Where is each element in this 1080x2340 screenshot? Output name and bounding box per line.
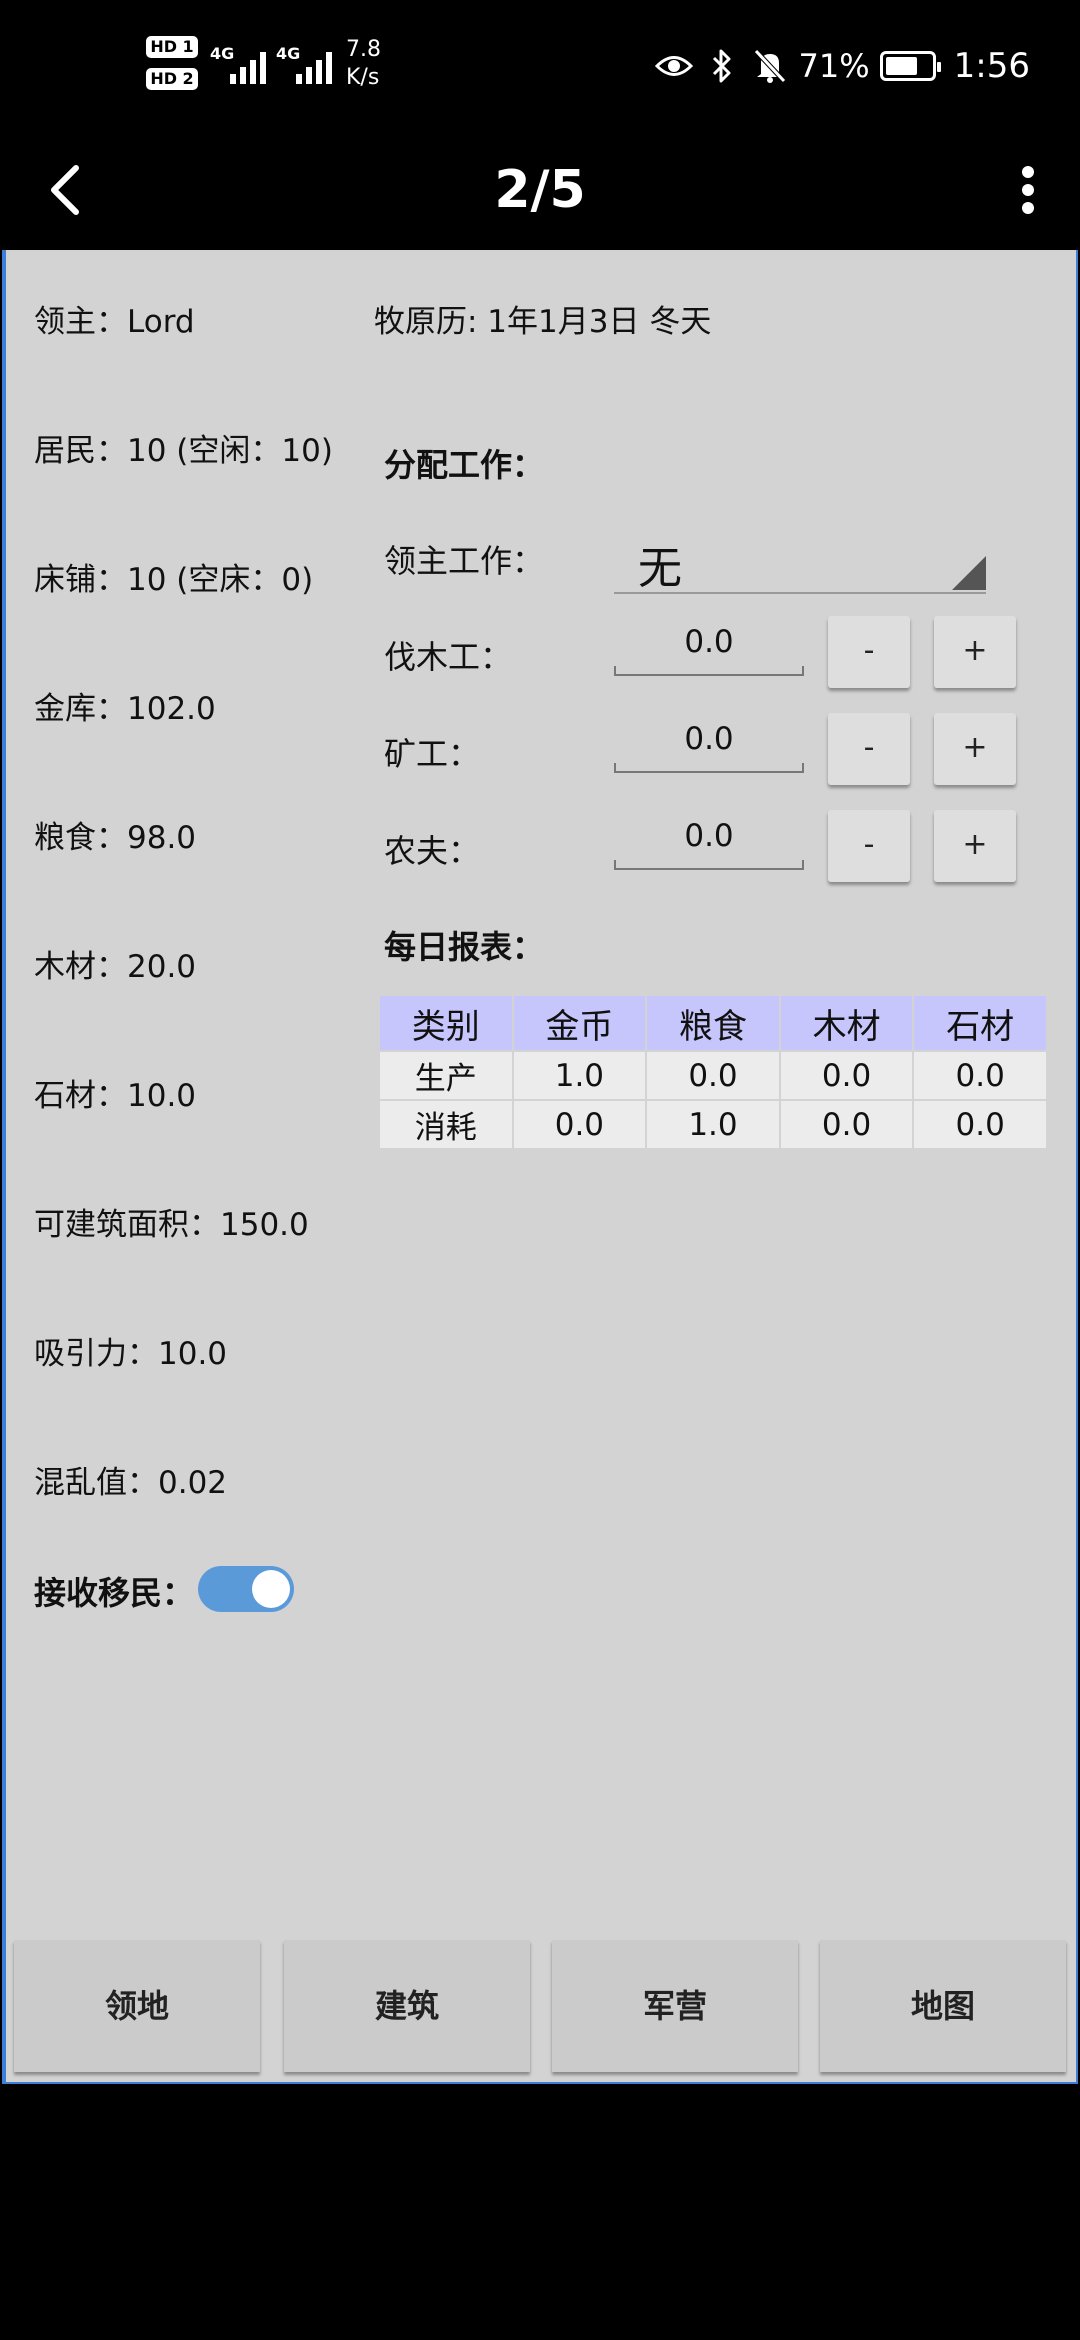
table-header-row: 类别 金币 粮食 木材 石材 bbox=[378, 994, 1048, 1052]
network-speed-value: 7.8 bbox=[346, 37, 381, 62]
clock: 1:56 bbox=[953, 46, 1030, 86]
table-row: 消耗 0.0 1.0 0.0 0.0 bbox=[378, 1099, 1048, 1150]
toggle-knob bbox=[252, 1570, 290, 1608]
status-right-group: 71% 1:56 bbox=[654, 44, 1030, 88]
treasury-stat: 金库：102.0 bbox=[34, 691, 216, 727]
lord-stat: 领主：Lord bbox=[34, 304, 195, 340]
woodcutter-field[interactable]: 0.0 bbox=[614, 620, 804, 676]
attraction-stat: 吸引力：10.0 bbox=[34, 1336, 228, 1372]
column-header: 金币 bbox=[511, 994, 648, 1052]
more-vertical-icon bbox=[1022, 166, 1034, 178]
battery-fill bbox=[885, 57, 917, 75]
bottom-tab-bar: 领地 建筑 军营 地图 bbox=[14, 1940, 1066, 2076]
woodcutter-value: 0.0 bbox=[684, 624, 734, 660]
woodcutter-plus-button[interactable]: + bbox=[934, 616, 1016, 688]
sim-indicators: HD 1 HD 2 bbox=[146, 36, 202, 100]
table-cell: 0.0 bbox=[645, 1050, 781, 1101]
calendar-date: 牧原历: 1年1月3日 冬天 bbox=[374, 304, 712, 340]
tab-barracks[interactable]: 军营 bbox=[552, 1940, 798, 2072]
tab-buildings[interactable]: 建筑 bbox=[284, 1940, 530, 2072]
farmer-minus-button[interactable]: - bbox=[828, 810, 910, 882]
chaos-stat: 混乱值：0.02 bbox=[34, 1465, 228, 1501]
title-bar: 2/5 bbox=[0, 130, 1080, 250]
hd-sim1-badge: HD 1 bbox=[146, 36, 198, 58]
miner-field[interactable]: 0.0 bbox=[614, 717, 804, 773]
more-options-button[interactable] bbox=[1008, 158, 1048, 222]
column-header: 木材 bbox=[778, 994, 915, 1052]
tab-map[interactable]: 地图 bbox=[820, 1940, 1066, 2072]
column-header: 类别 bbox=[378, 994, 514, 1052]
table-row: 生产 1.0 0.0 0.0 0.0 bbox=[378, 1050, 1048, 1101]
lord-job-dropdown[interactable]: 无 bbox=[614, 528, 986, 594]
accept-migrants-label: 接收移民： bbox=[34, 1574, 195, 1612]
column-header: 粮食 bbox=[645, 994, 781, 1052]
signal-strength-1-icon: 4G bbox=[210, 44, 274, 84]
content-panel: 领主：Lord 居民：10 (空闲：10) 床铺：10 (空床：0) 金库：10… bbox=[2, 250, 1078, 2084]
farmer-field[interactable]: 0.0 bbox=[614, 814, 804, 870]
table-cell: 0.0 bbox=[778, 1099, 915, 1150]
hd-sim2-badge: HD 2 bbox=[146, 68, 198, 90]
table-cell: 0.0 bbox=[912, 1050, 1048, 1101]
network-speed-unit: K/s bbox=[346, 65, 380, 90]
eye-icon bbox=[654, 47, 693, 85]
bell-off-icon bbox=[751, 47, 789, 85]
farmer-plus-button[interactable]: + bbox=[934, 810, 1016, 882]
assign-jobs-title: 分配工作： bbox=[384, 446, 545, 484]
accept-migrants-toggle[interactable] bbox=[198, 1566, 294, 1612]
farmer-value: 0.0 bbox=[684, 818, 734, 854]
beds-stat: 床铺：10 (空床：0) bbox=[34, 562, 314, 598]
miner-minus-button[interactable]: - bbox=[828, 713, 910, 785]
page-title: 2/5 bbox=[494, 160, 586, 220]
woodcutter-label: 伐木工： bbox=[384, 638, 513, 676]
battery-percent: 71% bbox=[798, 47, 870, 85]
stone-stat: 石材：10.0 bbox=[34, 1078, 197, 1114]
wood-stat: 木材：20.0 bbox=[34, 949, 197, 985]
table-cell: 0.0 bbox=[511, 1099, 648, 1150]
miner-label: 矿工： bbox=[384, 735, 481, 773]
lord-job-value: 无 bbox=[638, 543, 682, 594]
tab-territory[interactable]: 领地 bbox=[14, 1940, 260, 2072]
battery-icon bbox=[879, 51, 941, 81]
miner-plus-button[interactable]: + bbox=[934, 713, 1016, 785]
food-stat: 粮食：98.0 bbox=[34, 820, 197, 856]
lord-job-label: 领主工作： bbox=[384, 542, 545, 580]
daily-report-table: 类别 金币 粮食 木材 石材 生产 1.0 0.0 0.0 0.0 消耗 0.0 bbox=[378, 994, 1048, 1150]
farmer-label: 农夫： bbox=[384, 832, 481, 870]
table-cell: 生产 bbox=[378, 1050, 514, 1101]
dropdown-arrow-icon bbox=[952, 556, 986, 590]
table-cell: 消耗 bbox=[378, 1099, 514, 1150]
buildable-area-stat: 可建筑面积：150.0 bbox=[34, 1207, 309, 1243]
network-speed: 7.8 K/s bbox=[346, 36, 381, 92]
daily-report-title: 每日报表： bbox=[384, 928, 545, 966]
residents-stat: 居民：10 (空闲：10) bbox=[34, 433, 333, 469]
table-cell: 0.0 bbox=[778, 1050, 915, 1101]
table-cell: 0.0 bbox=[912, 1099, 1048, 1150]
miner-value: 0.0 bbox=[684, 721, 734, 757]
signal-strength-2-icon: 4G bbox=[276, 44, 340, 84]
status-bar: HD 1 HD 2 4G 4G 7.8 K/s 71% 1:56 bbox=[0, 0, 1080, 130]
column-header: 石材 bbox=[912, 994, 1048, 1052]
woodcutter-minus-button[interactable]: - bbox=[828, 616, 910, 688]
table-cell: 1.0 bbox=[511, 1050, 648, 1101]
table-cell: 1.0 bbox=[645, 1099, 781, 1150]
bluetooth-icon bbox=[703, 47, 741, 85]
